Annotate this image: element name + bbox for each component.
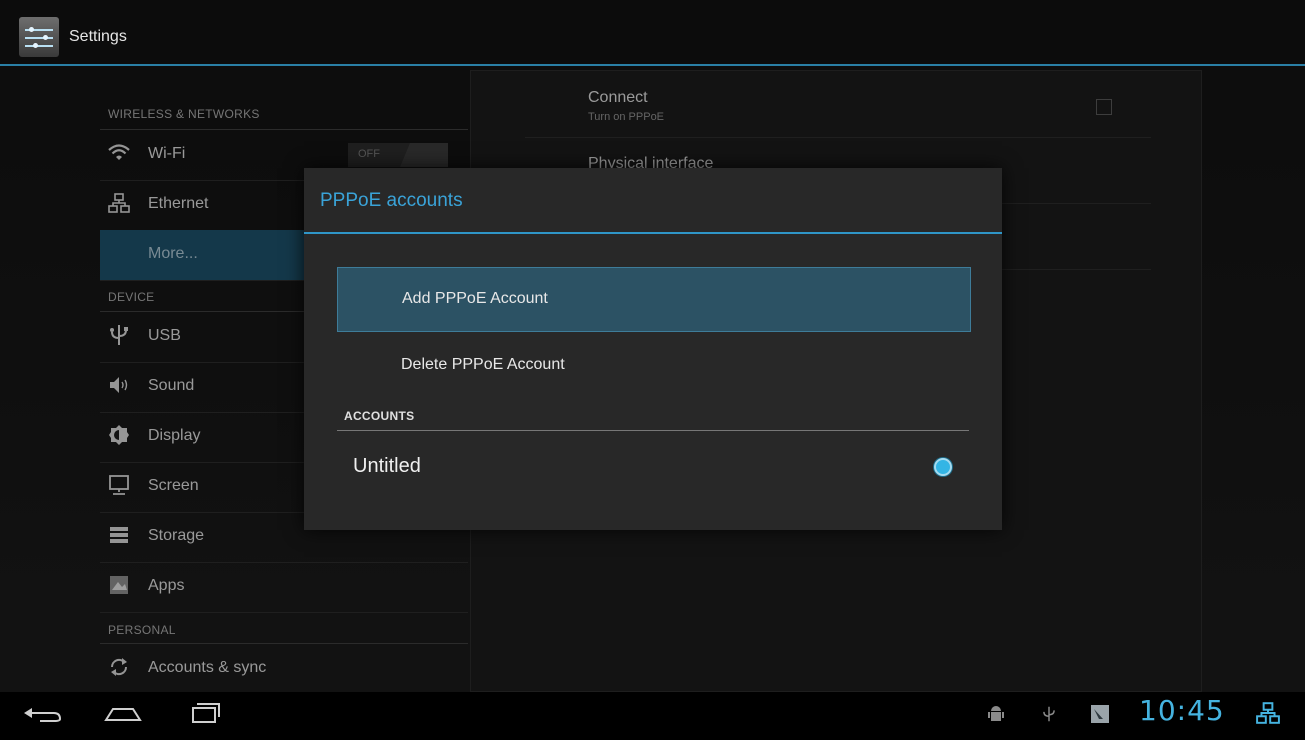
usb-status-icon xyxy=(1043,706,1055,722)
delete-pppoe-account-button[interactable]: Delete PPPoE Account xyxy=(337,334,969,397)
notification-icon[interactable] xyxy=(1090,704,1110,724)
delete-account-label: Delete PPPoE Account xyxy=(401,356,565,373)
account-radio-button[interactable] xyxy=(934,458,952,476)
action-bar: Settings xyxy=(0,0,1305,66)
add-account-label: Add PPPoE Account xyxy=(402,290,548,307)
settings-icon[interactable] xyxy=(19,17,59,57)
home-icon xyxy=(104,708,142,721)
account-item-untitled[interactable]: Untitled xyxy=(353,455,421,478)
back-button[interactable] xyxy=(20,692,70,735)
divider xyxy=(337,430,969,431)
home-button[interactable] xyxy=(102,692,152,735)
status-clock: 10:45 xyxy=(1139,694,1225,727)
dialog-title-divider xyxy=(304,232,1002,234)
add-pppoe-account-button[interactable]: Add PPPoE Account xyxy=(337,267,971,332)
back-icon xyxy=(24,708,62,722)
android-debug-icon xyxy=(988,706,1004,721)
app-title: Settings xyxy=(69,28,127,45)
ethernet-status-icon xyxy=(1256,702,1280,724)
system-navigation-bar: 10:45 xyxy=(0,692,1305,735)
accounts-header: ACCOUNTS xyxy=(344,409,415,423)
pppoe-accounts-dialog: PPPoE accounts Add PPPoE Account Delete … xyxy=(304,168,1002,530)
recent-apps-icon xyxy=(192,703,220,723)
dialog-title: PPPoE accounts xyxy=(320,190,463,211)
recent-apps-button[interactable] xyxy=(183,692,233,735)
